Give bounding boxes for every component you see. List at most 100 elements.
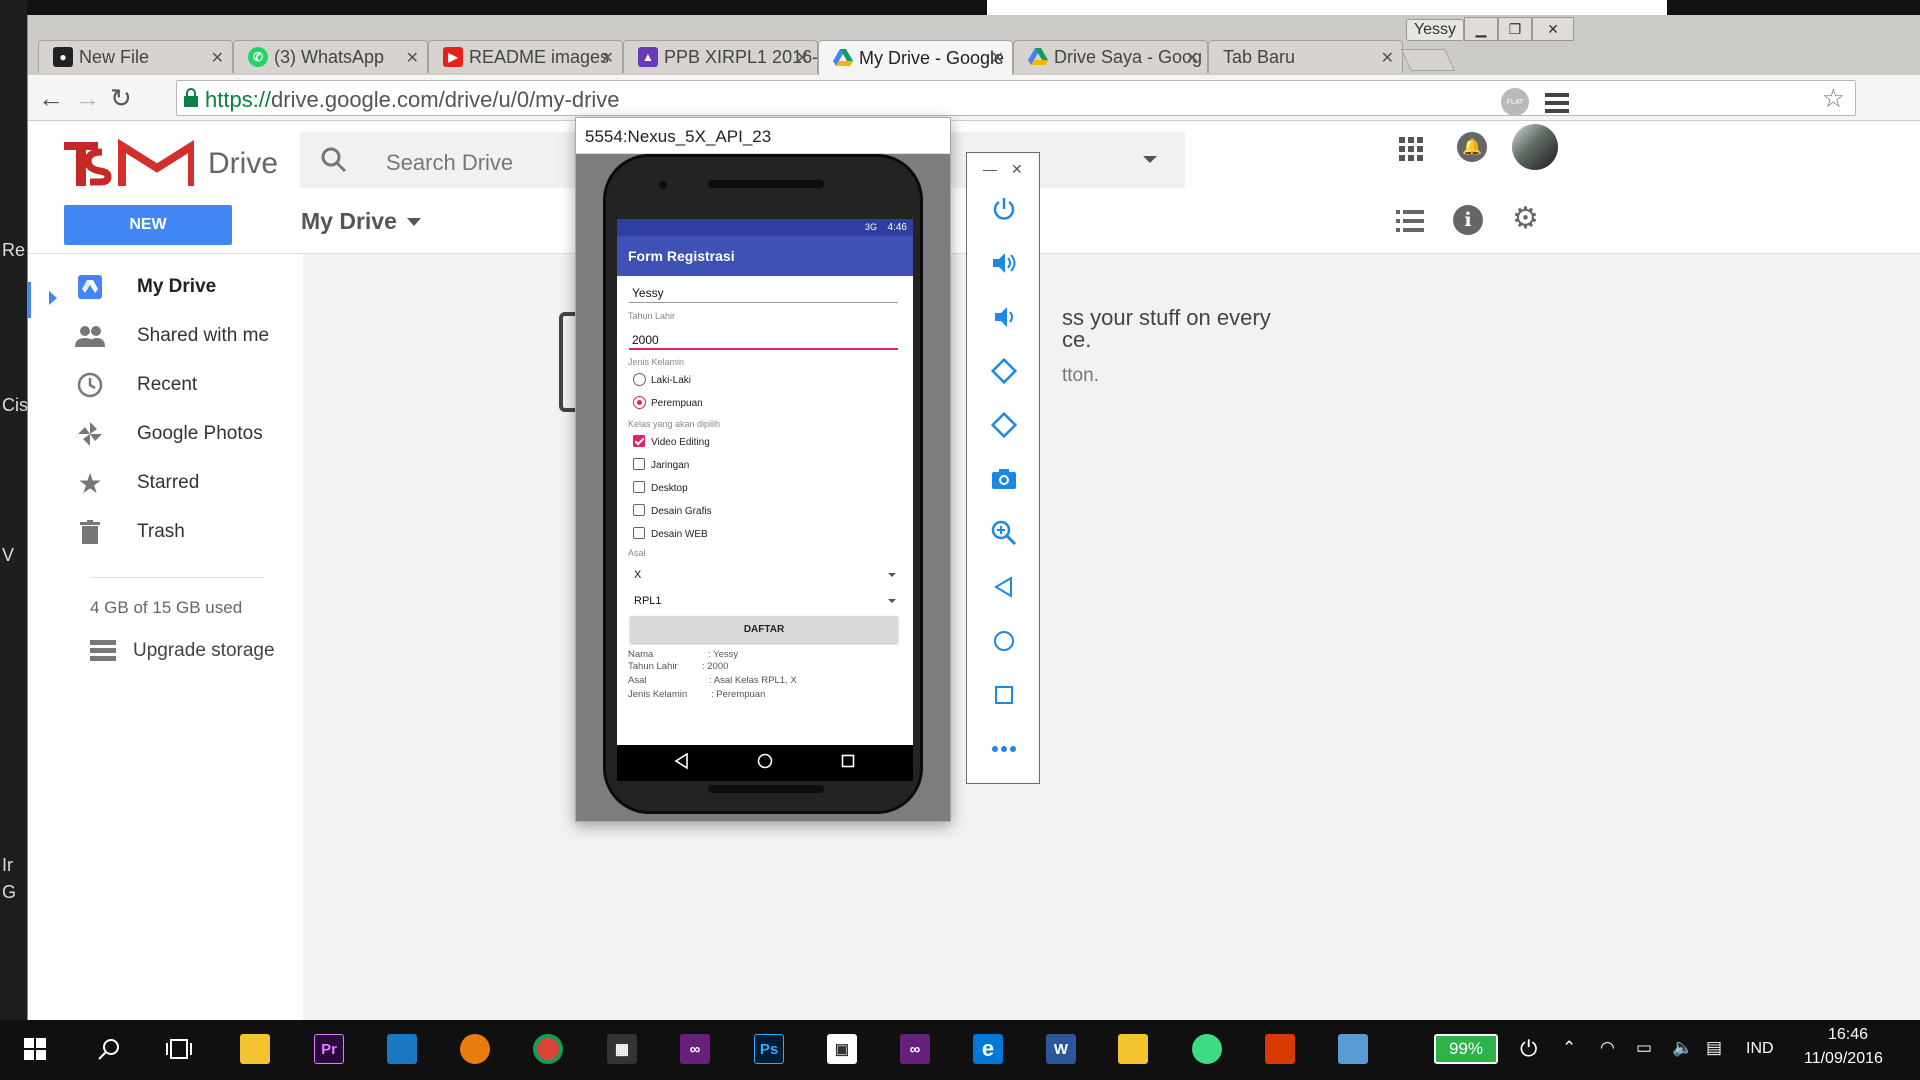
back-icon[interactable] [988,571,1020,603]
power-icon[interactable] [988,193,1020,225]
close-tab-icon[interactable]: ✕ [796,48,809,68]
visual-studio-icon[interactable]: ∞ [680,1034,710,1064]
minimize-icon[interactable]: — [983,161,997,177]
photoshop-icon[interactable]: Ps [754,1034,784,1064]
zoom-icon[interactable] [988,517,1020,549]
new-tab-button[interactable] [1400,49,1456,71]
rotate-right-icon[interactable] [988,409,1020,441]
tahun-input[interactable]: 2000 [632,333,659,347]
overview-icon[interactable] [988,679,1020,711]
radio-perempuan[interactable] [633,396,646,409]
chevron-up-icon[interactable]: ⌃ [1562,1038,1576,1058]
word-icon[interactable]: W [1046,1034,1076,1064]
restore-button[interactable]: ❐ [1498,17,1532,41]
battery-indicator[interactable]: 99% [1434,1034,1498,1064]
tab-readme-images[interactable]: ▶ README images ✕ [428,40,623,73]
clock-time[interactable]: 16:46 [1828,1026,1868,1044]
volume-down-icon[interactable] [988,301,1020,333]
close-tab-icon[interactable]: ✕ [211,48,224,68]
asal-spinner-1[interactable]: X [628,564,900,586]
close-tab-icon[interactable]: ✕ [601,48,614,68]
close-tab-icon[interactable]: ✕ [1381,48,1394,68]
home-icon[interactable] [988,625,1020,657]
folder-icon[interactable] [1118,1034,1148,1064]
camera-icon[interactable] [988,463,1020,495]
reload-icon[interactable]: ↻ [110,83,132,114]
visual-studio-2-icon[interactable]: ∞ [900,1034,930,1064]
new-button[interactable]: NEW [64,205,232,245]
avatar[interactable] [1512,124,1558,170]
bookmark-star-icon[interactable]: ☆ [1822,83,1845,114]
android-overview-icon[interactable] [840,753,856,774]
checkbox-video-editing[interactable] [633,435,645,447]
sidebar-item-starred[interactable]: ★ Starred [28,460,298,506]
profile-badge[interactable]: Yessy [1406,19,1464,41]
sidebar-item-trash[interactable]: Trash [28,509,298,555]
office-icon[interactable] [1265,1034,1295,1064]
search-options-icon[interactable] [1143,156,1157,163]
apps-grid-icon[interactable] [1399,137,1423,161]
asal-spinner-2[interactable]: RPL1 [628,590,900,612]
close-icon[interactable]: ✕ [1011,161,1023,178]
wifi-icon[interactable]: ◠ [1600,1038,1615,1058]
sidebar-item-shared[interactable]: Shared with me [28,313,298,359]
volume-up-icon[interactable] [988,247,1020,279]
radio-laki-laki[interactable] [633,373,646,386]
close-tab-icon[interactable]: ✕ [991,48,1004,68]
close-tab-icon[interactable]: ✕ [406,48,419,68]
store-icon[interactable]: ▣ [827,1034,857,1064]
file-explorer-icon[interactable] [240,1034,270,1064]
daftar-button[interactable]: DAFTAR [630,616,898,643]
checkbox-desain-web[interactable] [633,527,645,539]
tab-whatsapp[interactable]: ✆ (3) WhatsApp ✕ [233,40,428,73]
android-studio-icon[interactable] [1192,1034,1222,1064]
nama-input[interactable]: Yessy [632,286,664,300]
gmail-logo[interactable] [64,138,194,188]
android-home-icon[interactable] [757,753,773,774]
calculator-icon[interactable]: ▦ [607,1034,637,1064]
minimize-button[interactable]: ▁ [1464,17,1498,41]
checkbox-desktop[interactable] [633,481,645,493]
tab-my-drive[interactable]: My Drive - Google ✕ [818,40,1013,75]
tab-tab-baru[interactable]: Tab Baru ✕ [1208,40,1403,73]
app-icon[interactable] [387,1034,417,1064]
info-icon[interactable]: i [1453,205,1483,235]
rotate-left-icon[interactable] [988,355,1020,387]
tab-ppb-xirpl1[interactable]: ▲ PPB XIRPL1 2016- ✕ [623,40,818,73]
expand-arrow-icon[interactable] [49,291,57,305]
emulator-title-bar[interactable]: 5554:Nexus_5X_API_23 [576,118,950,154]
clock-date[interactable]: 11/09/2016 [1804,1050,1883,1068]
location-dropdown[interactable]: My Drive [301,208,421,235]
premiere-icon[interactable]: Pr [314,1034,344,1064]
battery-tray-icon[interactable]: ▭ [1636,1038,1652,1058]
volume-icon[interactable]: 🔈 [1672,1038,1693,1058]
back-arrow-icon[interactable]: ← [38,83,64,114]
forward-arrow-icon[interactable]: → [74,83,100,114]
action-center-icon[interactable]: ▤ [1706,1038,1722,1058]
tab-drive-saya[interactable]: Drive Saya - Goog ✕ [1013,40,1208,73]
windows-start-icon[interactable] [20,1034,50,1064]
sidebar-item-my-drive[interactable]: My Drive [28,264,298,310]
edge-icon[interactable]: e [973,1034,1003,1064]
checkbox-desain-grafis[interactable] [633,504,645,516]
notifications-bell-icon[interactable]: 🔔 [1457,132,1487,162]
more-icon[interactable] [988,733,1020,765]
sidebar-item-recent[interactable]: Recent [28,362,298,408]
control-panel-icon[interactable] [1338,1034,1368,1064]
search-icon[interactable] [94,1034,124,1064]
android-back-icon[interactable] [674,752,690,774]
address-bar[interactable]: https://drive.google.com/drive/u/0/my-dr… [176,80,1856,116]
settings-gear-icon[interactable]: ⚙ [1512,201,1539,236]
sidebar-item-photos[interactable]: Google Photos [28,411,298,457]
checkbox-jaringan[interactable] [633,458,645,470]
close-tab-icon[interactable]: ✕ [1186,48,1199,68]
blender-icon[interactable] [460,1034,490,1064]
upgrade-storage-link[interactable]: Upgrade storage [90,638,275,664]
extension-icon[interactable]: FLAT [1501,88,1529,116]
list-view-icon[interactable] [1396,210,1424,232]
language-indicator[interactable]: IND [1746,1040,1774,1058]
task-view-icon[interactable] [164,1034,194,1064]
chrome-icon[interactable] [533,1034,563,1064]
close-window-button[interactable]: ✕ [1532,17,1574,41]
tab-new-file[interactable]: ● New File ✕ [38,40,233,73]
